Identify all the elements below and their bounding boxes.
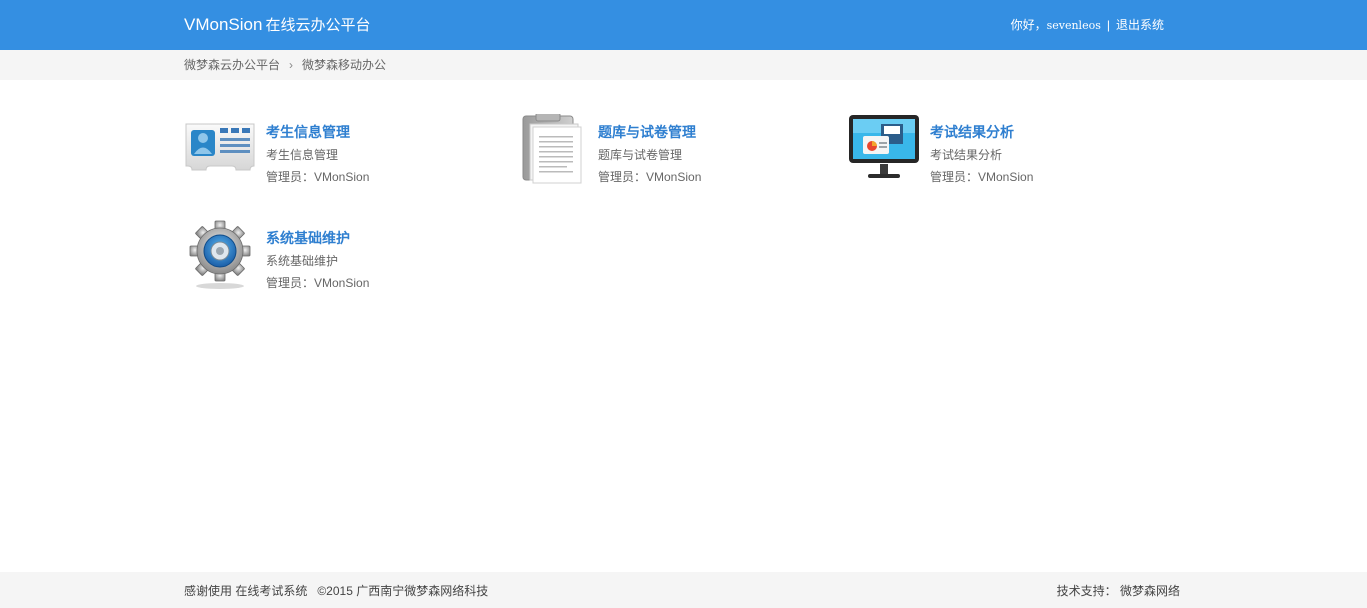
logout-link[interactable]: 退出系统 <box>1116 18 1164 32</box>
app-description: 题库与试卷管理 <box>598 148 683 162</box>
app-admin: 管理员：VMonSion <box>266 170 370 184</box>
app-admin: 管理员：VMonSion <box>930 170 1034 184</box>
top-header: VMonSion 在线云办公平台 你好，sevenleos | 退出系统 <box>0 0 1367 50</box>
username[interactable]: sevenleos <box>1047 19 1101 32</box>
breadcrumb-item-home[interactable]: 微梦森云办公平台 <box>184 58 280 72</box>
id-card-icon[interactable] <box>184 114 258 188</box>
monitor-chart-icon[interactable] <box>848 114 922 188</box>
app-description: 考试结果分析 <box>930 148 1003 162</box>
brand-name: VMonSion <box>184 15 263 34</box>
breadcrumb-separator: › <box>289 58 294 72</box>
app-title[interactable]: 系统基础维护 <box>266 228 350 248</box>
breadcrumb: 微梦森云办公平台 › 微梦森移动办公 <box>184 57 386 73</box>
app-tile-student-info[interactable]: 考生信息管理 考生信息管理 管理员：VMonSion <box>184 114 484 194</box>
app-admin: 管理员：VMonSion <box>598 170 702 184</box>
gear-icon[interactable] <box>184 220 258 294</box>
brand-title[interactable]: VMonSion 在线云办公平台 <box>184 15 370 36</box>
greeting-text: 你好， <box>1010 18 1047 32</box>
breadcrumb-item-current[interactable]: 微梦森移动办公 <box>302 58 386 72</box>
header-separator: | <box>1106 18 1110 32</box>
app-description: 考生信息管理 <box>266 148 339 162</box>
app-admin: 管理员：VMonSion <box>266 276 370 290</box>
app-tile-exam-analysis[interactable]: 考试结果分析 考试结果分析 管理员：VMonSion <box>848 114 1148 194</box>
breadcrumb-bar: 微梦森云办公平台 › 微梦森移动办公 <box>0 50 1367 80</box>
footer: 感谢使用 在线考试系统 ©2015 广西南宁微梦森网络科技 技术支持： 微梦森网络 <box>0 572 1367 608</box>
app-title[interactable]: 考生信息管理 <box>266 122 350 142</box>
footer-support: 技术支持： 微梦森网络 <box>1056 584 1180 598</box>
footer-copyright: ©2015 广西南宁微梦森网络科技 <box>317 584 489 598</box>
app-title[interactable]: 题库与试卷管理 <box>598 122 696 142</box>
app-tile-system-maintenance[interactable]: 系统基础维护 系统基础维护 管理员：VMonSion <box>184 220 484 300</box>
app-title[interactable]: 考试结果分析 <box>930 122 1014 142</box>
app-description: 系统基础维护 <box>266 254 339 268</box>
app-tile-question-bank[interactable]: 题库与试卷管理 题库与试卷管理 管理员：VMonSion <box>516 112 816 194</box>
clipboard-icon[interactable] <box>516 112 590 188</box>
brand-subtitle: 在线云办公平台 <box>265 17 371 34</box>
footer-left: 感谢使用 在线考试系统 ©2015 广西南宁微梦森网络科技 <box>184 582 488 599</box>
user-area: 你好，sevenleos | 退出系统 <box>1011 17 1164 34</box>
footer-thanks: 感谢使用 在线考试系统 <box>184 584 308 598</box>
